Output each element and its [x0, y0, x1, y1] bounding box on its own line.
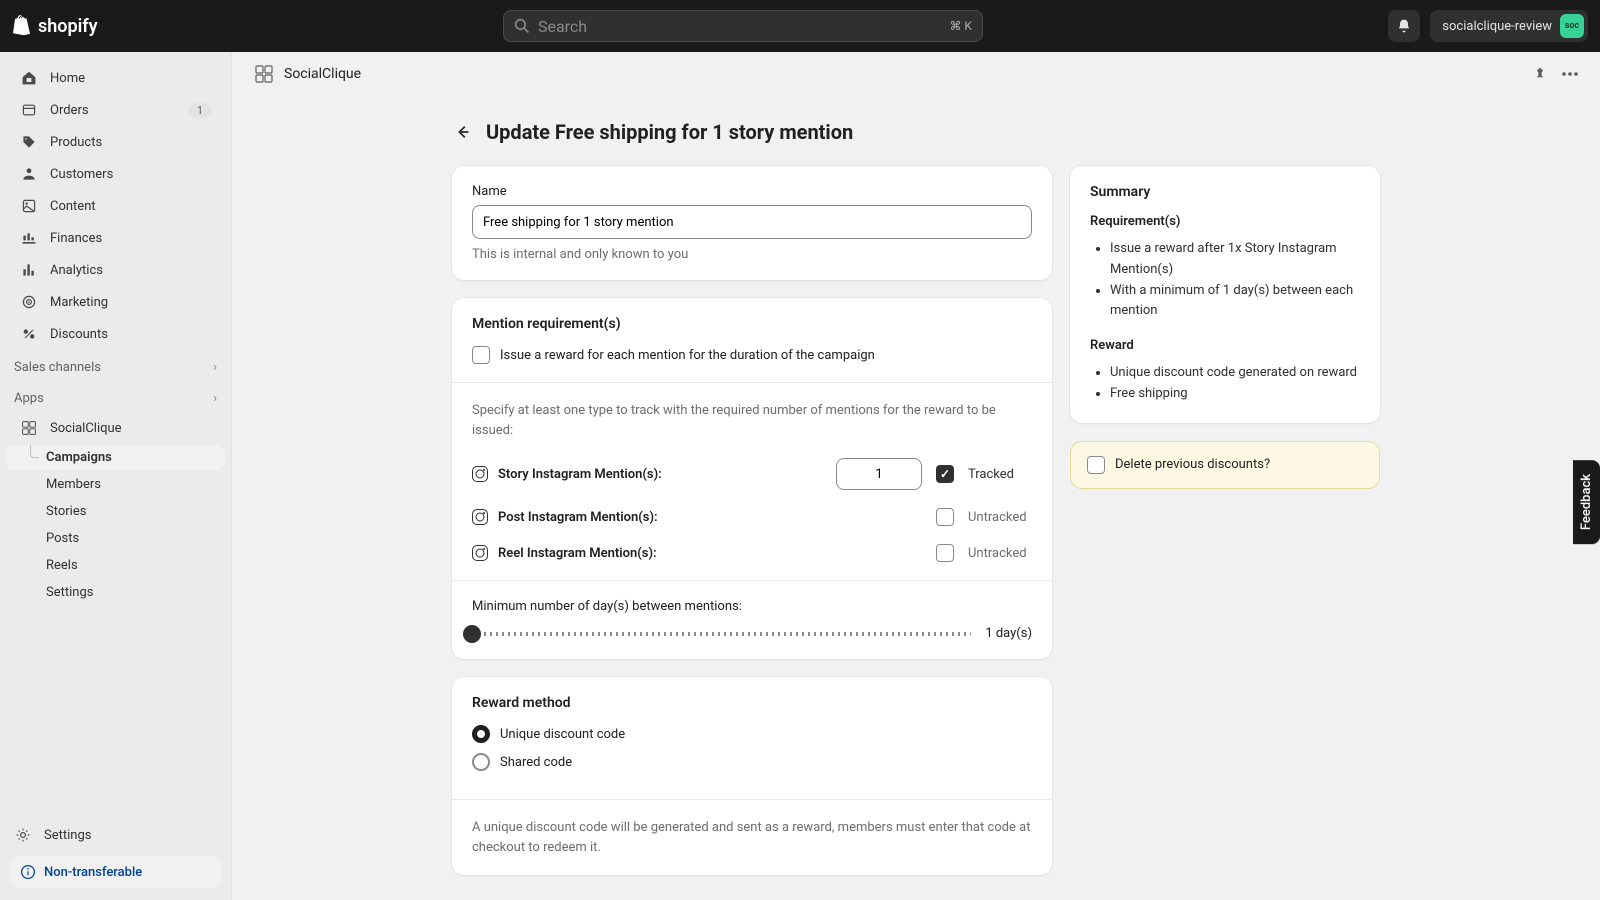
app-icon	[254, 64, 274, 84]
chevron-right-icon: ›	[213, 391, 217, 406]
shopify-wordmark: shopify	[38, 16, 98, 37]
name-label: Name	[472, 184, 1032, 199]
chevron-right-icon: ›	[213, 360, 217, 375]
instagram-icon	[472, 466, 488, 482]
search-placeholder: Search	[538, 17, 587, 36]
search-box[interactable]: Search ⌘ K	[503, 10, 983, 42]
home-icon	[20, 69, 38, 87]
sidebar-subitem-campaigns[interactable]: Campaigns	[6, 445, 225, 470]
summary-req-list: Issue a reward after 1x Story Instagram …	[1090, 239, 1360, 322]
delete-previous-checkbox-row[interactable]: Delete previous discounts?	[1087, 456, 1363, 474]
story-tracked-checkbox[interactable]	[936, 465, 954, 483]
sales-channels-section[interactable]: Sales channels›	[0, 350, 231, 381]
unique-code-radio-row[interactable]: Unique discount code	[472, 725, 1032, 743]
unique-code-radio[interactable]	[472, 725, 490, 743]
sidebar-subitem-stories[interactable]: Stories	[6, 499, 225, 524]
marketing-icon	[20, 293, 38, 311]
back-button[interactable]	[452, 121, 474, 143]
appbar-title: SocialClique	[284, 66, 361, 82]
story-mention-row: Story Instagram Mention(s): Tracked	[472, 458, 1032, 490]
orders-icon	[20, 101, 38, 119]
sidebar: Home Orders1 Products Customers Content …	[0, 52, 232, 900]
sidebar-subitem-reels[interactable]: Reels	[6, 553, 225, 578]
reward-desc: A unique discount code will be generated…	[472, 818, 1032, 857]
nav-content[interactable]: Content	[6, 191, 225, 221]
summary-card: Summary Requirement(s) Issue a reward af…	[1070, 166, 1380, 423]
reel-tracked-checkbox[interactable]	[936, 544, 954, 562]
app-icon	[20, 419, 38, 437]
finances-icon	[20, 229, 38, 247]
instagram-icon	[472, 509, 488, 525]
nav-discounts[interactable]: Discounts	[6, 319, 225, 349]
each-mention-checkbox-row[interactable]: Issue a reward for each mention for the …	[472, 346, 1032, 364]
sidebar-subitem-settings[interactable]: Settings	[6, 580, 225, 605]
analytics-icon	[20, 261, 38, 279]
days-slider[interactable]	[472, 632, 971, 636]
sidebar-subitem-members[interactable]: Members	[6, 472, 225, 497]
notifications-button[interactable]	[1388, 10, 1420, 42]
post-mention-row: Post Instagram Mention(s): Untracked	[472, 508, 1032, 526]
account-name: socialclique-review	[1442, 19, 1552, 34]
name-card: Name This is internal and only known to …	[452, 166, 1052, 280]
customers-icon	[20, 165, 38, 183]
slider-label: Minimum number of day(s) between mention…	[472, 599, 1032, 614]
nav-customers[interactable]: Customers	[6, 159, 225, 189]
summary-title: Summary	[1090, 184, 1360, 200]
shared-code-radio[interactable]	[472, 753, 490, 771]
avatar: soc	[1560, 14, 1584, 38]
summary-reward-label: Reward	[1090, 338, 1360, 353]
non-transferable-badge[interactable]: Non-transferable	[10, 856, 221, 888]
gear-icon	[14, 826, 32, 844]
shared-code-radio-row[interactable]: Shared code	[472, 753, 1032, 771]
content-icon	[20, 197, 38, 215]
name-help: This is internal and only known to you	[472, 247, 1032, 262]
appbar: SocialClique	[232, 52, 1600, 96]
slider-thumb[interactable]	[463, 625, 481, 643]
each-mention-checkbox[interactable]	[472, 346, 490, 364]
main-content: Update Free shipping for 1 story mention…	[232, 96, 1600, 900]
delete-previous-checkbox[interactable]	[1087, 456, 1105, 474]
page-title: Update Free shipping for 1 story mention	[486, 120, 853, 144]
nav-home[interactable]: Home	[6, 63, 225, 93]
info-icon	[20, 864, 36, 880]
pin-icon[interactable]	[1532, 66, 1548, 82]
sidebar-app-socialclique[interactable]: SocialClique	[6, 413, 225, 443]
account-menu[interactable]: socialclique-review soc	[1430, 10, 1588, 42]
reward-card: Reward method Unique discount code Share…	[452, 677, 1052, 875]
orders-badge: 1	[189, 103, 211, 118]
mention-card: Mention requirement(s) Issue a reward fo…	[452, 298, 1052, 659]
reward-title: Reward method	[472, 695, 1032, 711]
story-count-input[interactable]	[836, 458, 922, 490]
feedback-tab[interactable]: Feedback	[1573, 460, 1600, 544]
summary-req-label: Requirement(s)	[1090, 214, 1360, 229]
sidebar-subitem-posts[interactable]: Posts	[6, 526, 225, 551]
topbar: shopify Search ⌘ K socialclique-review s…	[0, 0, 1600, 52]
more-icon[interactable]	[1562, 72, 1578, 76]
mention-title: Mention requirement(s)	[472, 316, 1032, 332]
discounts-icon	[20, 325, 38, 343]
search-icon	[514, 18, 530, 34]
shopify-logo[interactable]: shopify	[12, 15, 98, 37]
nav-orders[interactable]: Orders1	[6, 95, 225, 125]
nav-products[interactable]: Products	[6, 127, 225, 157]
delete-previous-card: Delete previous discounts?	[1070, 441, 1380, 489]
name-input[interactable]	[472, 205, 1032, 239]
nav-settings[interactable]: Settings	[0, 814, 231, 856]
search-shortcut: ⌘ K	[949, 19, 972, 33]
apps-section[interactable]: Apps›	[0, 381, 231, 412]
nav-analytics[interactable]: Analytics	[6, 255, 225, 285]
reel-mention-row: Reel Instagram Mention(s): Untracked	[472, 544, 1032, 562]
specify-text: Specify at least one type to track with …	[472, 401, 1032, 440]
instagram-icon	[472, 545, 488, 561]
slider-value: 1 day(s)	[985, 626, 1032, 641]
summary-reward-list: Unique discount code generated on reward…	[1090, 363, 1360, 405]
nav-marketing[interactable]: Marketing	[6, 287, 225, 317]
shopify-icon	[12, 15, 32, 37]
products-icon	[20, 133, 38, 151]
post-tracked-checkbox[interactable]	[936, 508, 954, 526]
bell-icon	[1396, 18, 1412, 34]
nav-finances[interactable]: Finances	[6, 223, 225, 253]
